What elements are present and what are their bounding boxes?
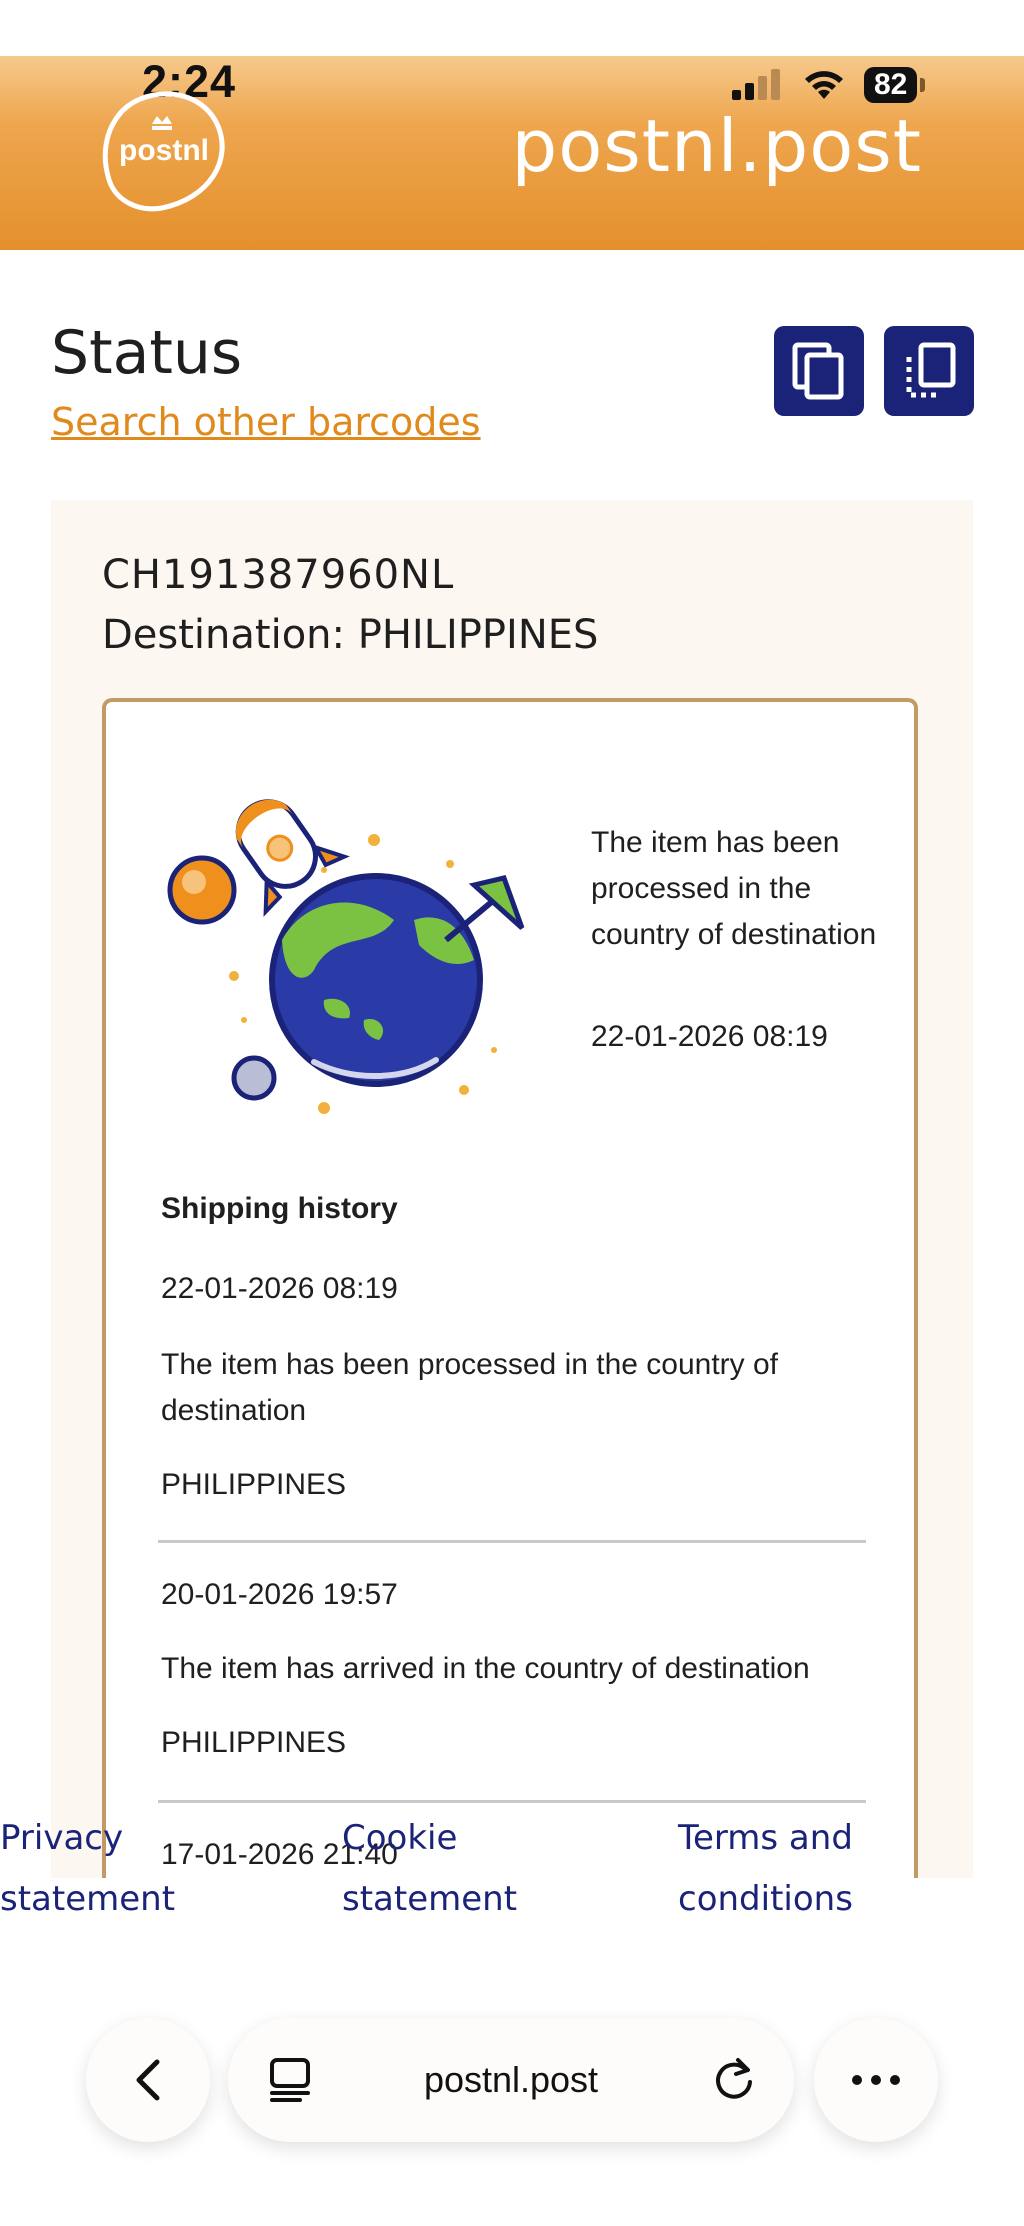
- history-date: 22-01-2026 08:19: [161, 1272, 398, 1305]
- page-title: Status: [51, 318, 243, 388]
- duplicate-icon: [906, 342, 956, 398]
- more-options-button[interactable]: [814, 2018, 938, 2142]
- barcode: CH191387960NL: [102, 552, 455, 598]
- destination: Destination: PHILIPPINES: [102, 612, 599, 658]
- signal-icon: [732, 69, 780, 100]
- history-location: PHILIPPINES: [161, 1468, 347, 1501]
- share-button[interactable]: [884, 326, 974, 416]
- battery-indicator: 82: [864, 67, 926, 103]
- reload-icon[interactable]: [712, 2056, 756, 2102]
- history-description: The item has been processed in the count…: [161, 1348, 779, 1427]
- history-divider: [158, 1540, 866, 1543]
- current-status-date: 22-01-2026 08:19: [591, 1020, 828, 1053]
- history-description: The item has arrived in the country of d…: [161, 1652, 810, 1685]
- svg-text:postnl: postnl: [119, 134, 209, 167]
- more-dots-icon: [852, 2075, 900, 2085]
- history-location: PHILIPPINES: [161, 1726, 347, 1759]
- site-title: postnl.post: [511, 104, 922, 188]
- history-divider: [158, 1800, 866, 1803]
- url-text: postnl.post: [423, 2059, 599, 2100]
- status-icons: 82: [730, 60, 926, 110]
- copy-icon: [792, 342, 844, 400]
- tabs-icon: [270, 2058, 310, 2102]
- address-bar[interactable]: postnl.post: [228, 2018, 794, 2142]
- current-status: The item has been processed in the count…: [591, 826, 877, 951]
- back-button[interactable]: [86, 2018, 210, 2142]
- wifi-icon: [805, 71, 843, 99]
- chevron-left-icon: [136, 2059, 160, 2101]
- shipping-history-title: Shipping history: [161, 1192, 398, 1225]
- search-other-barcodes-link[interactable]: Search other barcodes: [51, 400, 481, 444]
- terms-and-conditions-link[interactable]: Terms and conditions: [678, 1808, 878, 1930]
- postnl-logo[interactable]: postnl: [100, 80, 230, 221]
- cookie-statement-link[interactable]: Cookie statement: [342, 1808, 542, 1930]
- copy-button[interactable]: [774, 326, 864, 416]
- globe-rocket-illustration: [164, 770, 544, 1145]
- history-date: 20-01-2026 19:57: [161, 1578, 398, 1611]
- privacy-statement-link[interactable]: Privacy statement: [0, 1808, 200, 1930]
